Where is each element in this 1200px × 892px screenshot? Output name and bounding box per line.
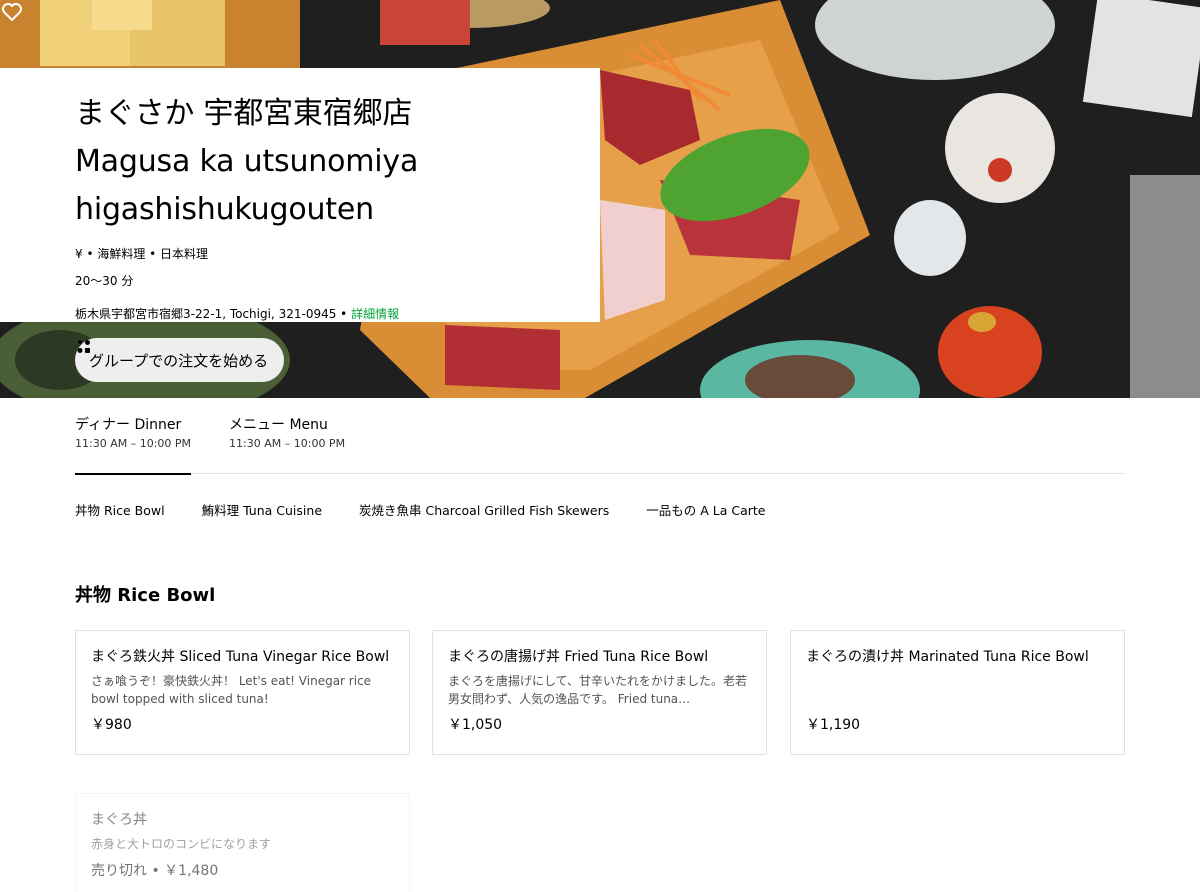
category-link-rice-bowl[interactable]: 丼物 Rice Bowl — [75, 502, 165, 520]
menu-item-card[interactable]: まぐろの唐揚げ丼 Fried Tuna Rice Bowl まぐろを唐揚げにして… — [432, 630, 767, 755]
tab-menu[interactable]: メニュー Menu 11:30 AM – 10:00 PM — [229, 412, 345, 474]
menu-item-card[interactable]: まぐろ鉄火丼 Sliced Tuna Vinegar Rice Bowl さぁ喰… — [75, 630, 410, 755]
category-link-a-la-carte[interactable]: 一品もの A La Carte — [646, 502, 765, 520]
category-nav: 丼物 Rice Bowl 鮪料理 Tuna Cuisine 炭焼き魚串 Char… — [75, 502, 766, 520]
group-order-label: グループでの注文を始める — [89, 351, 269, 370]
store-address-line: 栃木県宇都宮市宿郷3-22-1, Tochigi, 321-0945 • 詳細情… — [75, 306, 560, 322]
tab-menu-name: メニュー Menu — [229, 417, 328, 433]
delivery-eta: 20～30 分 — [75, 274, 134, 288]
store-tags: ¥ • 海鮮料理 • 日本料理 — [75, 247, 209, 261]
item-description — [806, 672, 1109, 708]
item-price: ￥1,050 — [448, 717, 503, 733]
store-address: 栃木県宇都宮市宿郷3-22-1, Tochigi, 321-0945 • — [75, 307, 352, 321]
store-title: まぐさか 宇都宮東宿郷店 Magusa ka utsunomiya higash… — [75, 96, 419, 227]
tab-dinner-name: ディナー Dinner — [75, 417, 182, 433]
more-info-link[interactable]: 詳細情報 — [351, 307, 399, 321]
item-price: ￥980 — [91, 717, 132, 733]
item-price-sold-out: 売り切れ • ￥1,480 — [91, 863, 219, 879]
section-title: 丼物 Rice Bowl — [75, 585, 216, 606]
item-price: ￥1,190 — [806, 717, 861, 733]
group-people-icon — [77, 340, 90, 353]
item-description: まぐろを唐揚げにして、甘辛いたれをかけました。老若男女問わず、人気の逸品です。 … — [448, 674, 748, 706]
store-info-card: まぐさか 宇都宮東宿郷店 Magusa ka utsunomiya higash… — [0, 68, 600, 322]
start-group-order-button[interactable]: グループでの注文を始める — [75, 338, 285, 382]
item-description: 赤身と大トロのコンビになります — [91, 837, 272, 851]
item-description: さぁ喰うぞ！豪快鉄火丼！ Let's eat! Vinegar rice bow… — [91, 674, 372, 706]
category-link-tuna-cuisine[interactable]: 鮪料理 Tuna Cuisine — [202, 502, 322, 520]
item-name: まぐろの漬け丼 Marinated Tuna Rice Bowl — [806, 649, 1089, 665]
category-link-fish-skewers[interactable]: 炭焼き魚串 Charcoal Grilled Fish Skewers — [359, 502, 609, 520]
tab-menu-hours: 11:30 AM – 10:00 PM — [229, 437, 346, 450]
tab-dinner-hours: 11:30 AM – 10:00 PM — [75, 437, 192, 450]
item-name: まぐろの唐揚げ丼 Fried Tuna Rice Bowl — [448, 649, 709, 665]
item-name: まぐろ丼 — [91, 812, 147, 828]
tab-dinner[interactable]: ディナー Dinner 11:30 AM – 10:00 PM — [75, 412, 192, 475]
item-name: まぐろ鉄火丼 Sliced Tuna Vinegar Rice Bowl — [91, 649, 390, 665]
heart-outline-icon[interactable] — [0, 0, 24, 24]
hero-banner: まぐさか 宇都宮東宿郷店 Magusa ka utsunomiya higash… — [0, 0, 1200, 398]
menu-item-card[interactable]: まぐろの漬け丼 Marinated Tuna Rice Bowl ￥1,190 — [790, 630, 1125, 755]
menu-item-card-sold-out[interactable]: まぐろ丼 赤身と大トロのコンビになります 売り切れ • ￥1,480 — [75, 793, 410, 892]
menu-tabs: ディナー Dinner 11:30 AM – 10:00 PM メニュー Men… — [75, 412, 1125, 475]
